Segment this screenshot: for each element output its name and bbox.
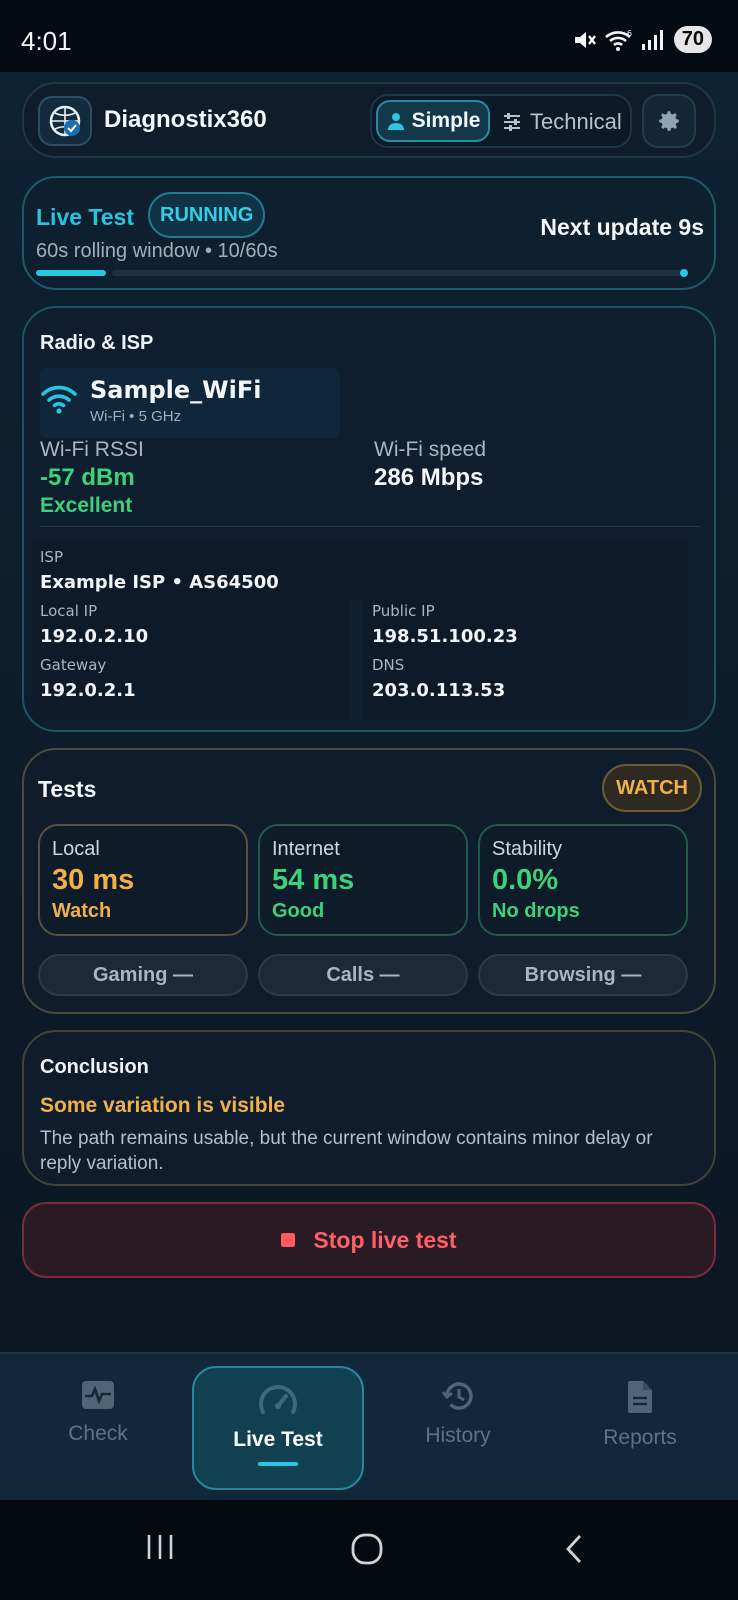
tile-label: Internet	[272, 838, 340, 860]
radio-isp-card: Radio & ISP Sample_WiFi Wi-Fi • 5 GHz Wi…	[22, 306, 716, 732]
mode-technical-label: Technical	[530, 109, 622, 134]
system-navigation-bar	[0, 1500, 738, 1600]
nav-label: History	[425, 1424, 491, 1447]
test-tile-internet[interactable]: Internet 54 ms Good	[258, 824, 468, 936]
back-icon[interactable]	[562, 1532, 586, 1566]
wifi-icon	[41, 385, 77, 414]
status-bar: 4:01 6 70	[0, 0, 738, 72]
active-indicator	[258, 1462, 298, 1466]
status-time: 4:01	[21, 26, 72, 56]
stop-icon	[281, 1233, 296, 1247]
tests-title: Tests	[38, 776, 97, 802]
gear-icon	[659, 111, 679, 131]
nav-reports[interactable]: Reports	[554, 1366, 726, 1490]
rolling-window-text: 60s rolling window • 10/60s	[36, 240, 278, 262]
gaming-pill[interactable]: Gaming —	[38, 954, 248, 996]
tile-value: 30 ms	[52, 864, 135, 896]
speedometer-icon	[259, 1385, 297, 1414]
tile-status: Good	[272, 900, 325, 922]
mode-toggle: Simple Technical	[370, 94, 632, 148]
battery-indicator: 70	[673, 26, 712, 53]
nav-label: Live Test	[233, 1428, 323, 1451]
column-separator	[350, 600, 362, 720]
settings-button[interactable]	[642, 94, 696, 148]
wifi-speed-label: Wi-Fi speed	[374, 438, 487, 461]
home-icon[interactable]	[350, 1532, 384, 1566]
recent-apps-icon[interactable]	[145, 1532, 175, 1562]
nav-history[interactable]: History	[372, 1366, 544, 1490]
wifi-network: Sample_WiFi Wi-Fi • 5 GHz	[40, 368, 340, 438]
wifi-ssid: Sample_WiFi	[90, 376, 262, 404]
tile-label: Stability	[492, 838, 563, 860]
document-icon	[628, 1381, 652, 1413]
tile-value: 54 ms	[272, 864, 355, 896]
rssi-quality: Excellent	[40, 494, 133, 517]
sliders-icon	[504, 113, 520, 131]
tile-status: No drops	[492, 900, 580, 922]
tests-card: Tests WATCH Local 30 ms Watch Internet 5…	[22, 748, 716, 1014]
signal-icon	[641, 29, 663, 50]
live-test-label: Live Test	[36, 204, 134, 230]
app-header: Diagnostix360 Simple Technical	[22, 82, 716, 158]
app-title: Diagnostix360	[104, 106, 267, 133]
history-icon	[441, 1382, 473, 1410]
mode-simple-button[interactable]: Simple	[376, 100, 490, 142]
isp-value: Example ISP • AS64500	[40, 572, 279, 593]
gateway-label: Gateway	[40, 656, 107, 674]
wifi-speed-value: 286 Mbps	[374, 464, 484, 491]
local-ip-value: 192.0.2.10	[40, 626, 149, 647]
nav-live-test[interactable]: Live Test	[192, 1366, 364, 1490]
progress-track	[112, 270, 686, 276]
browsing-pill[interactable]: Browsing —	[478, 954, 688, 996]
conclusion-headline: Some variation is visible	[40, 1094, 286, 1117]
tile-value: 0.0%	[492, 864, 559, 896]
conclusion-card: Conclusion Some variation is visible The…	[22, 1030, 716, 1186]
rssi-value: -57 dBm	[40, 464, 135, 491]
mute-icon	[574, 31, 596, 48]
calls-pill[interactable]: Calls —	[258, 954, 468, 996]
tile-label: Local	[52, 838, 100, 860]
wifi-6-icon: 6	[604, 29, 632, 51]
isp-label: ISP	[40, 548, 63, 566]
divider	[40, 526, 700, 527]
stop-live-test-button[interactable]: Stop live test	[22, 1202, 716, 1278]
dns-label: DNS	[372, 656, 405, 674]
app-content: Diagnostix360 Simple Technical Live Test…	[0, 72, 738, 1352]
radio-isp-title: Radio & ISP	[40, 332, 154, 354]
progress-fill	[36, 270, 106, 276]
wifi-band: Wi-Fi • 5 GHz	[90, 408, 182, 425]
status-badge: RUNNING	[148, 192, 266, 238]
bottom-navigation: Check Live Test History Reports	[0, 1352, 738, 1500]
nav-label: Reports	[603, 1426, 677, 1449]
stop-label: Stop live test	[313, 1226, 457, 1253]
next-update-text: Next update 9s	[540, 214, 704, 240]
mode-technical-button[interactable]: Technical	[502, 102, 622, 142]
app-logo-icon	[38, 96, 92, 146]
local-ip-label: Local IP	[40, 602, 98, 620]
dns-value: 203.0.113.53	[372, 680, 506, 701]
test-tile-stability[interactable]: Stability 0.0% No drops	[478, 824, 688, 936]
pulse-icon	[82, 1381, 114, 1409]
mode-simple-label: Simple	[411, 109, 481, 132]
conclusion-title: Conclusion	[40, 1056, 149, 1078]
nav-check[interactable]: Check	[12, 1366, 184, 1490]
gateway-value: 192.0.2.1	[40, 680, 136, 701]
live-test-card: Live Test RUNNING 60s rolling window • 1…	[22, 176, 716, 290]
progress-end-dot	[680, 269, 688, 277]
conclusion-body: The path remains usable, but the current…	[40, 1128, 653, 1174]
nav-label: Check	[68, 1422, 128, 1445]
isp-details: ISP Example ISP • AS64500 Local IP 192.0…	[32, 540, 688, 720]
rssi-label: Wi-Fi RSSI	[40, 438, 144, 461]
public-ip-label: Public IP	[372, 602, 435, 620]
person-icon	[387, 113, 404, 130]
status-icons: 6 70	[572, 26, 712, 53]
tile-status: Watch	[52, 900, 112, 922]
public-ip-value: 198.51.100.23	[372, 626, 518, 647]
svg-text:6: 6	[627, 29, 632, 38]
watch-badge: WATCH	[602, 764, 702, 812]
test-tile-local[interactable]: Local 30 ms Watch	[38, 824, 248, 936]
